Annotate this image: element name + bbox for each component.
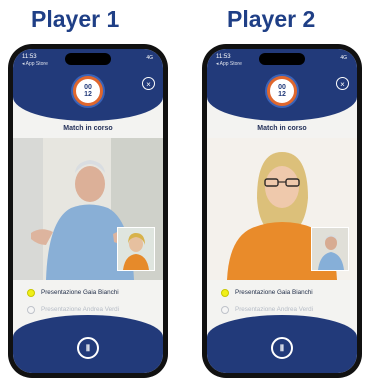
presentation-label: Presentazione Gaia Bianchi (41, 289, 119, 296)
countdown-timer: 00 12 (267, 76, 297, 106)
phone-player-2: 11:53 ◂ App Store 4G 00 12 × Match in co… (202, 44, 362, 378)
timer-minutes: 00 (84, 84, 92, 91)
presentation-label: Presentazione Andrea Verdi (41, 306, 120, 313)
pip-video-player-1 (117, 227, 155, 271)
screen-player-1: 11:53 ◂ App Store 4G 00 12 × Match in co… (13, 49, 163, 373)
close-icon[interactable]: × (142, 77, 155, 90)
app-store-back-link[interactable]: ◂ App Store (22, 61, 48, 68)
match-status: Match in corso (257, 125, 307, 132)
timer-minutes: 00 (278, 84, 286, 91)
app-store-back-link[interactable]: ◂ App Store (216, 61, 242, 68)
pause-button[interactable]: Ⅱ (77, 337, 99, 359)
countdown-timer: 00 12 (73, 76, 103, 106)
status-dot-inactive (27, 305, 35, 314)
signal-indicator: 4G (146, 55, 153, 61)
timer-seconds: 12 (278, 91, 286, 98)
presentation-label: Presentazione Andrea Verdi (235, 306, 314, 313)
status-dot-active (221, 288, 229, 297)
phone-player-1: 11:53 ◂ App Store 4G 00 12 × Match in co… (8, 44, 168, 378)
bottom-band: Ⅱ (13, 315, 163, 373)
status-bar-left: 11:53 ◂ App Store (22, 54, 48, 68)
status-dot-active (27, 288, 35, 297)
main-video-player-1 (13, 138, 163, 280)
man-pip-feed (312, 228, 348, 270)
presentation-list: Presentazione Gaia Bianchi Presentazione… (27, 284, 153, 318)
presentation-list: Presentazione Gaia Bianchi Presentazione… (221, 284, 347, 318)
screen-player-2: 11:53 ◂ App Store 4G 00 12 × Match in co… (207, 49, 357, 373)
status-time: 11:53 (22, 54, 37, 60)
pip-video-player-2 (311, 227, 349, 271)
list-item[interactable]: Presentazione Gaia Bianchi (221, 284, 347, 301)
signal-indicator: 4G (340, 55, 347, 61)
dynamic-island (259, 53, 305, 65)
close-icon[interactable]: × (336, 77, 349, 90)
status-time: 11:53 (216, 54, 231, 60)
status-bar-left: 11:53 ◂ App Store (216, 54, 242, 68)
main-video-player-2 (207, 138, 357, 280)
match-status: Match in corso (63, 125, 113, 132)
status-dot-inactive (221, 305, 229, 314)
player-2-title: Player 2 (227, 6, 316, 32)
presentation-label: Presentazione Gaia Bianchi (235, 289, 313, 296)
pause-button[interactable]: Ⅱ (271, 337, 293, 359)
player-1-title: Player 1 (31, 6, 120, 32)
woman-pip-feed (118, 228, 154, 270)
bottom-band: Ⅱ (207, 315, 357, 373)
timer-seconds: 12 (84, 91, 92, 98)
dynamic-island (65, 53, 111, 65)
list-item[interactable]: Presentazione Gaia Bianchi (27, 284, 153, 301)
